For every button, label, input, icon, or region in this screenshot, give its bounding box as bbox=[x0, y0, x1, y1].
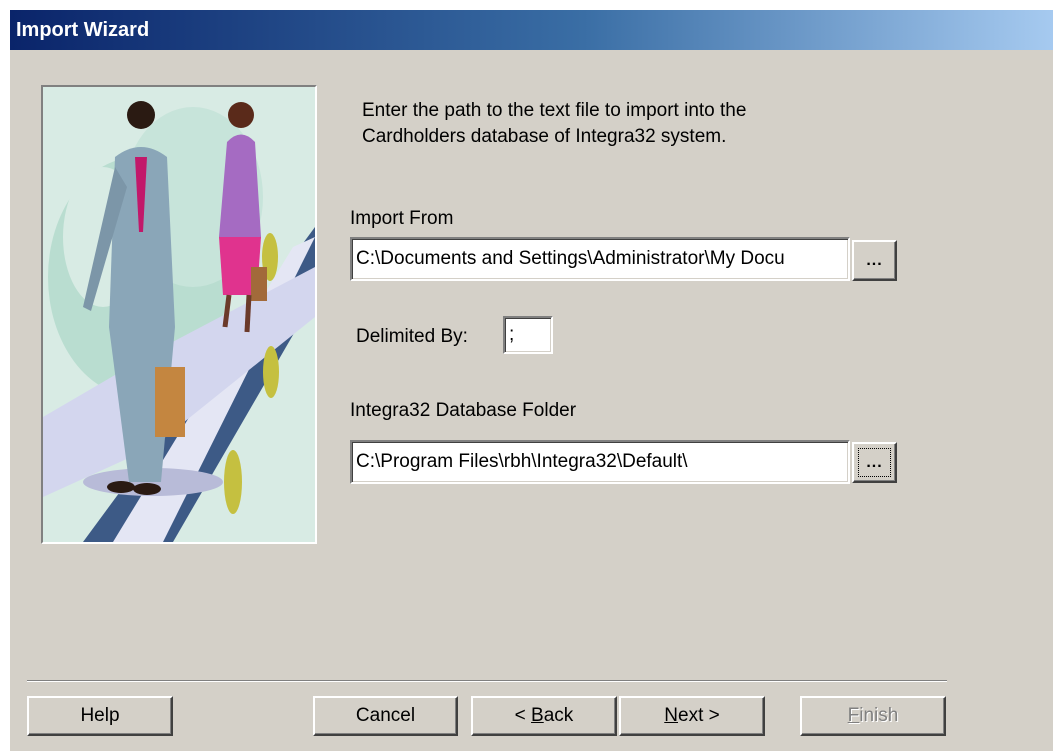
back-prefix: < bbox=[514, 705, 532, 726]
finish-rest: inish bbox=[859, 705, 899, 726]
title-bar[interactable]: Import Wizard bbox=[10, 10, 1053, 50]
database-folder-input[interactable]: C:\Program Files\rbh\Integra32\Default\ bbox=[350, 440, 850, 484]
window-title: Import Wizard bbox=[16, 19, 150, 41]
database-folder-label: Integra32 Database Folder bbox=[350, 400, 577, 421]
next-mnemonic: N bbox=[664, 705, 678, 726]
wizard-picture bbox=[41, 85, 317, 544]
instructions-line-2: Cardholders database of Integra32 system… bbox=[362, 126, 727, 147]
next-rest: ext > bbox=[678, 705, 720, 726]
import-from-label: Import From bbox=[350, 208, 454, 229]
business-people-illustration bbox=[43, 87, 315, 542]
back-rest: ack bbox=[543, 705, 574, 726]
instructions-line-1: Enter the path to the text file to impor… bbox=[362, 100, 747, 121]
finish-button-disabled: Finish bbox=[800, 696, 946, 736]
instructions-text: Enter the path to the text file to impor… bbox=[362, 98, 882, 150]
help-button[interactable]: Help bbox=[27, 696, 173, 736]
delimiter-input[interactable]: ; bbox=[503, 316, 553, 354]
browse-database-folder-label: ... bbox=[858, 448, 891, 477]
import-from-input[interactable]: C:\Documents and Settings\Administrator\… bbox=[350, 237, 850, 281]
next-button[interactable]: Next > bbox=[619, 696, 765, 736]
cancel-button[interactable]: Cancel bbox=[313, 696, 458, 736]
back-mnemonic: B bbox=[531, 705, 544, 726]
browse-import-button[interactable]: ... bbox=[852, 240, 897, 281]
back-button[interactable]: < Back bbox=[471, 696, 617, 736]
import-wizard-window: Import Wizard Enter the path to the text… bbox=[10, 10, 1053, 751]
delimited-by-label: Delimited By: bbox=[356, 326, 468, 347]
browse-database-folder-button[interactable]: ... bbox=[852, 442, 897, 483]
finish-mnemonic: F bbox=[847, 705, 860, 726]
button-divider bbox=[27, 680, 947, 682]
